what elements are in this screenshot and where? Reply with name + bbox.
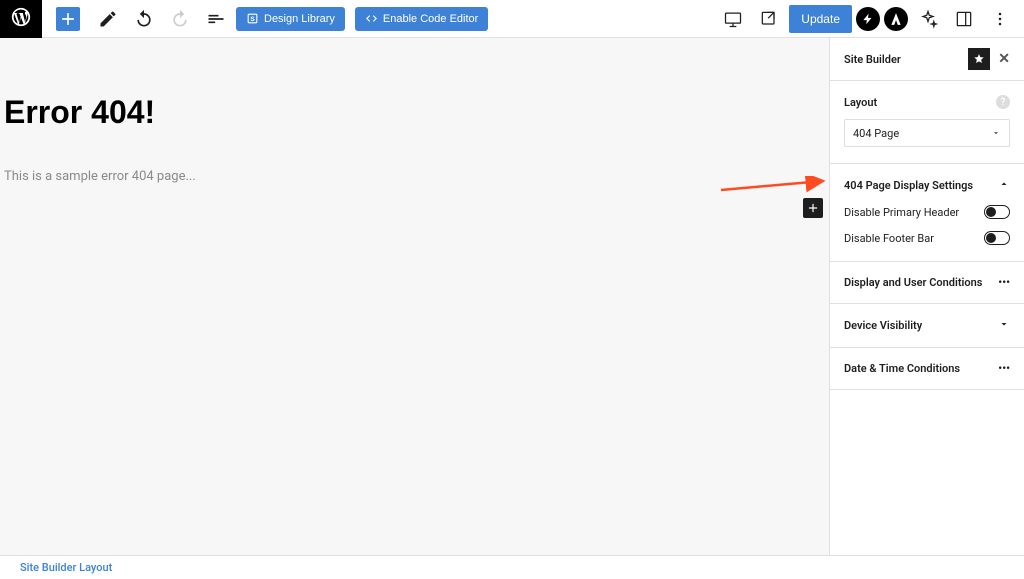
help-icon[interactable]: ?	[996, 95, 1010, 109]
close-sidebar-button[interactable]: ✕	[994, 49, 1014, 69]
add-block-button[interactable]	[56, 7, 80, 31]
canvas-add-block-button[interactable]	[803, 198, 823, 218]
page-subtitle[interactable]: This is a sample error 404 page...	[4, 169, 829, 184]
chevron-down-icon	[998, 318, 1010, 333]
update-button[interactable]: Update	[789, 5, 852, 33]
chevron-down-icon	[991, 128, 1001, 138]
panel-b-label: Device Visibility	[844, 319, 922, 332]
view-desktop-button[interactable]	[717, 3, 749, 35]
design-library-label: Design Library	[264, 13, 335, 25]
list-view-button[interactable]	[200, 3, 232, 35]
sidebar-toggle-button[interactable]	[948, 3, 980, 35]
redo-button[interactable]	[164, 3, 196, 35]
wordpress-logo[interactable]	[0, 0, 42, 38]
toolbar-right: Update	[717, 3, 1024, 35]
breadcrumb-bar: Site Builder Layout	[0, 555, 1024, 578]
dots-icon: •••	[998, 276, 1010, 289]
chevron-up-icon	[998, 178, 1010, 193]
preview-button[interactable]	[753, 3, 785, 35]
dots-icon: •••	[998, 362, 1010, 375]
main-area: Error 404! This is a sample error 404 pa…	[0, 38, 1024, 555]
display-conditions-panel[interactable]: Display and User Conditions •••	[830, 262, 1024, 304]
toggle1-label: Disable Primary Header	[844, 206, 959, 219]
enable-code-editor-button[interactable]: Enable Code Editor	[355, 7, 488, 31]
date-time-panel[interactable]: Date & Time Conditions •••	[830, 348, 1024, 390]
ai-sparkle-button[interactable]	[912, 3, 944, 35]
sidebar-title: Site Builder	[844, 53, 901, 66]
display-settings-label: 404 Page Display Settings	[844, 179, 973, 192]
design-library-button[interactable]: S Design Library	[236, 7, 345, 31]
breadcrumb[interactable]: Site Builder Layout	[20, 561, 112, 574]
enable-code-label: Enable Code Editor	[383, 13, 478, 25]
toggle-row-header: Disable Primary Header	[830, 199, 1024, 225]
page-title[interactable]: Error 404!	[4, 94, 829, 131]
disable-header-toggle[interactable]	[984, 205, 1010, 219]
layout-section: Layout ? 404 Page	[830, 81, 1024, 164]
device-visibility-panel[interactable]: Device Visibility	[830, 304, 1024, 348]
layout-label: Layout	[844, 96, 877, 109]
display-settings-panel[interactable]: 404 Page Display Settings	[830, 164, 1024, 199]
panel-a-label: Display and User Conditions	[844, 276, 982, 289]
layout-select-value: 404 Page	[853, 127, 899, 140]
panel-c-label: Date & Time Conditions	[844, 362, 960, 375]
settings-sidebar: Site Builder ✕ Layout ? 404 Page 404 Pag…	[829, 38, 1024, 555]
star-icon[interactable]	[968, 48, 990, 70]
toolbar-left: S Design Library Enable Code Editor	[42, 3, 494, 35]
disable-footer-toggle[interactable]	[984, 231, 1010, 245]
sidebar-header: Site Builder ✕	[830, 38, 1024, 81]
svg-text:S: S	[250, 16, 255, 23]
spectra-icon[interactable]	[856, 7, 880, 31]
toggle-row-footer: Disable Footer Bar	[830, 225, 1024, 262]
more-options-button[interactable]	[984, 3, 1016, 35]
toggle2-label: Disable Footer Bar	[844, 232, 934, 245]
undo-button[interactable]	[128, 3, 160, 35]
layout-select[interactable]: 404 Page	[844, 119, 1010, 147]
astra-icon[interactable]	[884, 7, 908, 31]
editor-canvas[interactable]: Error 404! This is a sample error 404 pa…	[0, 38, 829, 555]
editor-top-bar: S Design Library Enable Code Editor Upda…	[0, 0, 1024, 38]
edit-tool-button[interactable]	[92, 3, 124, 35]
